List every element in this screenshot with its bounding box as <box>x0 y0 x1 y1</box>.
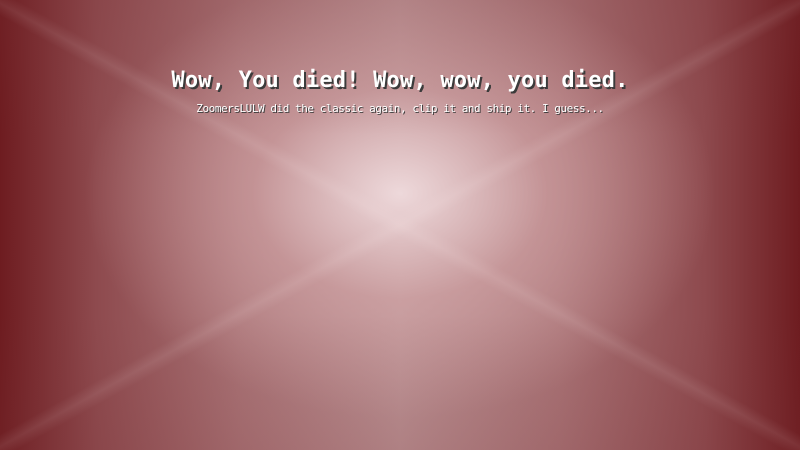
death-screen-background: Wow, You died! Wow, wow, you died. Zoome… <box>0 0 800 450</box>
death-message: ZoomersLULW did the classic again, clip … <box>196 102 604 115</box>
death-title: Wow, You died! Wow, wow, you died. <box>171 68 629 93</box>
